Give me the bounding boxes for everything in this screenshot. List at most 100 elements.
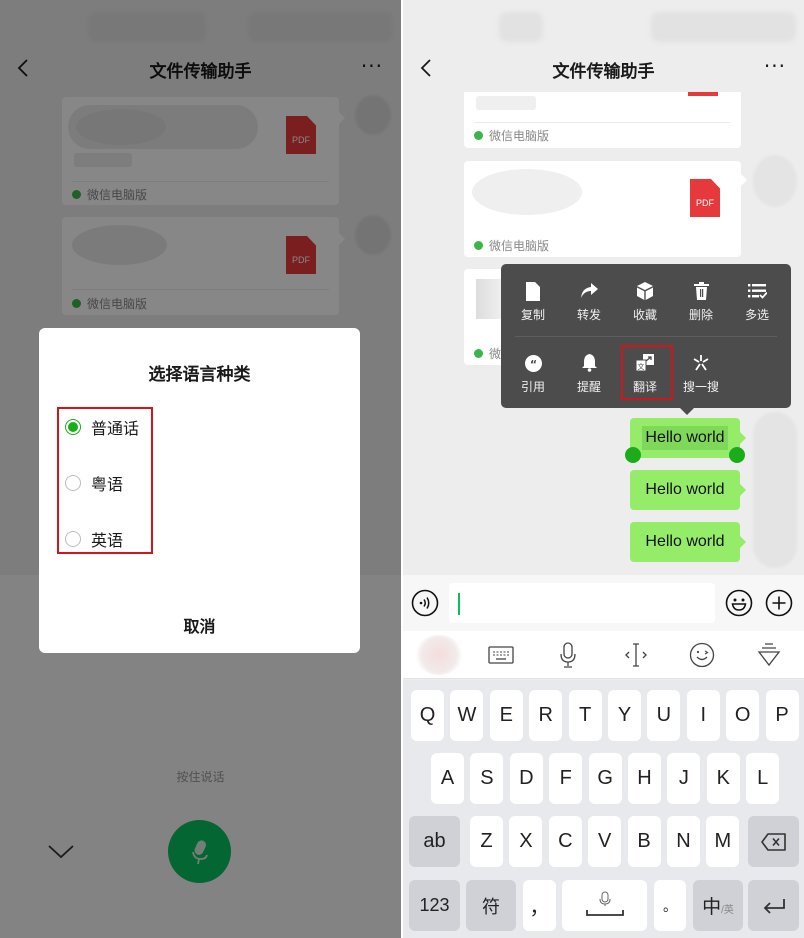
menu-item-favorite[interactable]: 收藏 [617, 280, 673, 323]
key-t[interactable]: T [568, 690, 602, 741]
status-bar-blur [651, 12, 796, 42]
menu-item-quote[interactable]: “ 引用 [505, 352, 561, 395]
selection-handle-end[interactable] [729, 447, 745, 463]
bubble-tail [740, 536, 746, 548]
pdf-icon: PDF [690, 179, 720, 217]
option-label: 粤语 [91, 475, 124, 494]
key-comma[interactable]: ， [523, 880, 556, 931]
bubble-tail [740, 432, 746, 444]
key-p[interactable]: P [765, 690, 799, 741]
key-language-toggle[interactable]: 中/英 [693, 880, 743, 931]
key-period[interactable]: 。 [654, 880, 686, 931]
key-l[interactable]: L [746, 753, 780, 804]
chat-input-bar [403, 575, 804, 631]
emoticon-icon[interactable] [688, 641, 716, 669]
menu-item-multi-select[interactable]: 多选 [729, 280, 785, 323]
menu-label: 多选 [744, 308, 769, 322]
key-g[interactable]: G [588, 753, 622, 804]
divider [474, 122, 731, 123]
cursor-icon[interactable] [622, 641, 650, 669]
message-bubble[interactable]: Hello world [630, 418, 746, 458]
avatar[interactable] [753, 155, 797, 207]
menu-label: 转发 [576, 308, 601, 322]
dialog-title: 选择语言种类 [148, 365, 251, 385]
key-symbols[interactable]: 符 [466, 880, 516, 931]
option-english[interactable]: 英语 [65, 527, 123, 551]
radio-unselected-icon[interactable] [65, 475, 81, 491]
lang-primary: 中 [702, 897, 722, 918]
menu-label: 复制 [520, 308, 545, 322]
menu-label: 删除 [688, 308, 713, 322]
key-v[interactable]: V [588, 816, 622, 867]
key-backspace[interactable] [748, 816, 799, 867]
key-f[interactable]: F [549, 753, 583, 804]
text-caret [458, 593, 460, 615]
message-bubble[interactable]: Hello world [630, 522, 746, 562]
key-s[interactable]: S [470, 753, 504, 804]
option-label: 普通话 [91, 419, 140, 438]
option-mandarin[interactable]: 普通话 [65, 415, 139, 439]
message-bubble[interactable]: Hello world [630, 470, 746, 510]
file-message-card[interactable]: PDF 微信电脑版 [464, 161, 741, 257]
copy-icon [526, 281, 540, 301]
lang-secondary: /英 [721, 905, 734, 916]
menu-item-forward[interactable]: 转发 [561, 280, 617, 323]
key-space[interactable] [562, 880, 647, 931]
selection-handle-start[interactable] [625, 447, 641, 463]
hide-keyboard-icon[interactable] [755, 641, 783, 669]
blurred-filesize [476, 96, 536, 110]
avatar[interactable] [753, 412, 797, 568]
ime-logo[interactable] [415, 635, 463, 675]
key-e[interactable]: E [489, 690, 523, 741]
key-j[interactable]: J [667, 753, 701, 804]
multi-select-icon [747, 284, 767, 299]
key-h[interactable]: H [628, 753, 661, 804]
key-n[interactable]: N [667, 816, 700, 867]
option-cantonese[interactable]: 粤语 [65, 471, 123, 495]
menu-item-delete[interactable]: 删除 [673, 280, 729, 323]
key-o[interactable]: O [726, 690, 760, 741]
voice-icon[interactable] [411, 589, 439, 617]
key-b[interactable]: B [627, 816, 661, 867]
radio-unselected-icon[interactable] [65, 531, 81, 547]
key-z[interactable]: Z [470, 816, 503, 867]
keyboard: ab 123 符 ， 。 中/英 QWERTYUIOP ASDFGHJKL ZXCV… [403, 680, 804, 938]
message-input[interactable] [449, 583, 715, 623]
key-k[interactable]: K [706, 753, 740, 804]
menu-pointer [680, 408, 694, 415]
status-bar-blur [499, 12, 543, 42]
key-c[interactable]: C [548, 816, 582, 867]
keyboard-icon[interactable] [487, 641, 515, 669]
key-r[interactable]: R [529, 690, 563, 741]
key-d[interactable]: D [509, 753, 543, 804]
key-w[interactable]: W [450, 690, 484, 741]
key-m[interactable]: M [706, 816, 740, 867]
favorite-icon [637, 282, 653, 300]
key-i[interactable]: I [686, 690, 720, 741]
key-a[interactable]: A [431, 753, 464, 804]
menu-item-remind[interactable]: 提醒 [561, 352, 617, 395]
cancel-button[interactable]: 取消 [39, 613, 360, 637]
radio-selected-icon[interactable] [65, 419, 81, 435]
menu-item-search[interactable]: 搜一搜 [673, 352, 729, 395]
emoji-icon[interactable] [725, 589, 753, 617]
file-message-card[interactable]: 微信电脑版 [464, 92, 741, 148]
plus-icon[interactable] [765, 589, 793, 617]
message-text: Hello world [645, 533, 725, 550]
message-text: Hello world [645, 429, 725, 446]
source-text: 微信电脑版 [489, 129, 550, 143]
more-button[interactable]: ··· [764, 54, 786, 78]
key-q[interactable]: Q [411, 690, 444, 741]
bubble-tail [741, 174, 747, 186]
menu-label: 引用 [520, 380, 545, 394]
key-u[interactable]: U [647, 690, 681, 741]
menu-item-copy[interactable]: 复制 [505, 280, 561, 323]
key-x[interactable]: X [509, 816, 543, 867]
key-shift[interactable]: ab [409, 816, 460, 867]
keyboard-toolbar [403, 631, 804, 679]
wechat-pc-icon [474, 131, 483, 140]
microphone-icon[interactable] [554, 641, 582, 669]
key-numbers[interactable]: 123 [409, 880, 460, 931]
key-enter[interactable] [748, 880, 799, 931]
key-y[interactable]: Y [608, 690, 641, 741]
